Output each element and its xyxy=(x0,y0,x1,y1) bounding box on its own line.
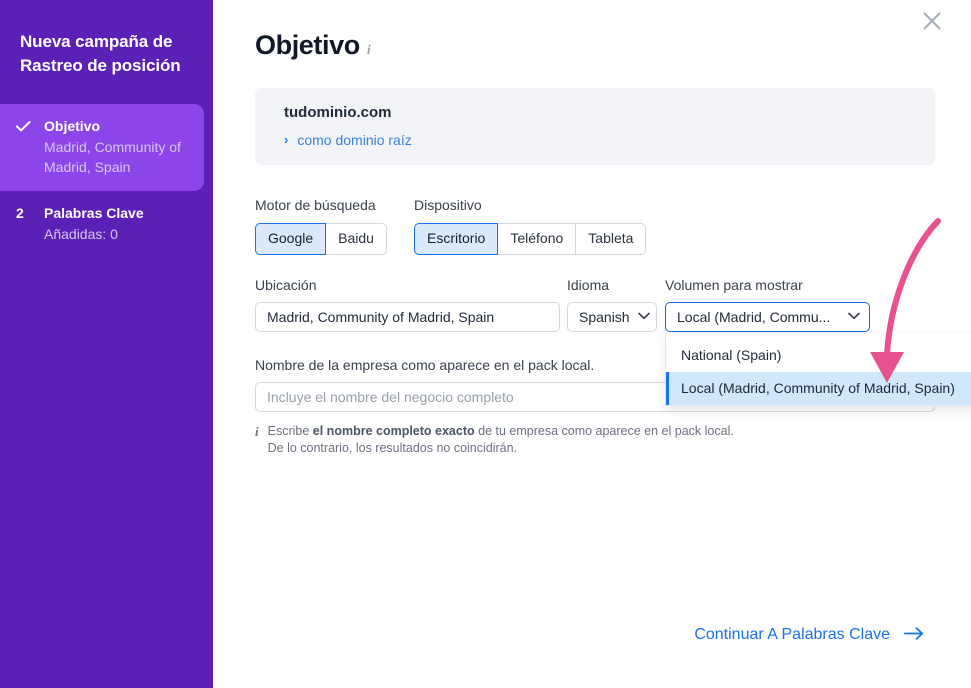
device-field: Dispositivo Escritorio Teléfono Tableta xyxy=(414,196,646,255)
domain-name: tudominio.com xyxy=(284,103,935,123)
hint-emphasis: el nombre completo exacto xyxy=(313,424,475,438)
volume-label: Volumen para mostrar xyxy=(665,276,870,294)
close-icon xyxy=(922,11,942,36)
step-check-marker xyxy=(16,116,33,177)
hint-second-line: De lo contrario, los resultados no coinc… xyxy=(268,441,517,455)
close-button[interactable] xyxy=(915,6,949,40)
continue-button-label: Continuar A Palabras Clave xyxy=(694,624,890,645)
step-body: Palabras Clave Añadidas: 0 xyxy=(44,203,197,244)
business-name-hint: i Escribe el nombre completo exacto de t… xyxy=(255,423,935,457)
search-engine-segmented-control[interactable]: Google Baidu xyxy=(255,223,387,255)
step-body: Objetivo Madrid, Community of Madrid, Sp… xyxy=(44,116,188,177)
language-field: Idioma Spanish xyxy=(567,276,657,332)
page-title-text: Objetivo xyxy=(255,30,360,61)
search-engine-option-baidu[interactable]: Baidu xyxy=(326,223,387,255)
sidebar-item-label: Palabras Clave xyxy=(44,203,197,223)
page-title: Objetivo i xyxy=(255,30,371,61)
volume-select[interactable]: Local (Madrid, Commu... xyxy=(665,302,870,332)
step-number-marker: 2 xyxy=(16,203,33,244)
chevron-down-icon xyxy=(848,312,860,323)
sidebar-title: Nueva campaña de Rastreo de posición xyxy=(0,0,213,78)
volume-select-value: Local (Madrid, Commu... xyxy=(677,309,830,325)
language-label: Idioma xyxy=(567,276,657,294)
position-tracking-campaign-dialog: Nueva campaña de Rastreo de posición Obj… xyxy=(0,0,971,688)
wizard-sidebar: Nueva campaña de Rastreo de posición Obj… xyxy=(0,0,213,688)
hint-suffix: de tu empresa como aparece en el pack lo… xyxy=(475,424,734,438)
device-option-escritorio[interactable]: Escritorio xyxy=(414,223,498,255)
chevron-right-icon: › xyxy=(284,132,288,148)
chevron-down-icon xyxy=(638,312,650,323)
sidebar-item-sublabel: Madrid, Community of Madrid, Spain xyxy=(44,137,188,177)
device-label: Dispositivo xyxy=(414,196,646,214)
language-select[interactable]: Spanish xyxy=(567,302,657,332)
search-engine-field: Motor de búsqueda Google Baidu xyxy=(255,196,387,255)
domain-card: tudominio.com › como dominio raíz xyxy=(255,88,935,165)
check-icon xyxy=(16,121,33,132)
domain-scope-link[interactable]: como dominio raíz xyxy=(297,131,411,149)
volume-dropdown-menu[interactable]: National (Spain) Local (Madrid, Communit… xyxy=(665,333,971,406)
sidebar-item-sublabel: Añadidas: 0 xyxy=(44,224,197,244)
info-icon[interactable]: i xyxy=(367,43,371,59)
volume-option-local[interactable]: Local (Madrid, Community of Madrid, Spai… xyxy=(666,372,971,405)
device-segmented-control[interactable]: Escritorio Teléfono Tableta xyxy=(414,223,646,255)
language-select-value: Spanish xyxy=(579,309,630,325)
wizard-steps: Objetivo Madrid, Community of Madrid, Sp… xyxy=(0,104,213,258)
device-option-telefono[interactable]: Teléfono xyxy=(498,223,575,255)
volume-field: Volumen para mostrar Local (Madrid, Comm… xyxy=(665,276,870,332)
sidebar-item-objetivo[interactable]: Objetivo Madrid, Community of Madrid, Sp… xyxy=(0,104,204,191)
search-engine-option-google[interactable]: Google xyxy=(255,223,326,255)
continue-button[interactable]: Continuar A Palabras Clave xyxy=(694,624,924,645)
sidebar-item-palabras-clave[interactable]: 2 Palabras Clave Añadidas: 0 xyxy=(0,191,213,258)
location-label: Ubicación xyxy=(255,276,560,294)
location-field: Ubicación xyxy=(255,276,560,332)
business-name-hint-text: Escribe el nombre completo exacto de tu … xyxy=(268,423,734,457)
location-input[interactable] xyxy=(255,302,560,332)
volume-option-national[interactable]: National (Spain) xyxy=(666,339,971,372)
hint-prefix: Escribe xyxy=(268,424,313,438)
domain-scope-row[interactable]: › como dominio raíz xyxy=(284,131,935,149)
device-option-tableta[interactable]: Tableta xyxy=(575,223,646,255)
info-icon: i xyxy=(255,423,259,457)
search-engine-label: Motor de búsqueda xyxy=(255,196,387,214)
sidebar-item-label: Objetivo xyxy=(44,116,188,136)
arrow-right-icon xyxy=(904,624,924,645)
